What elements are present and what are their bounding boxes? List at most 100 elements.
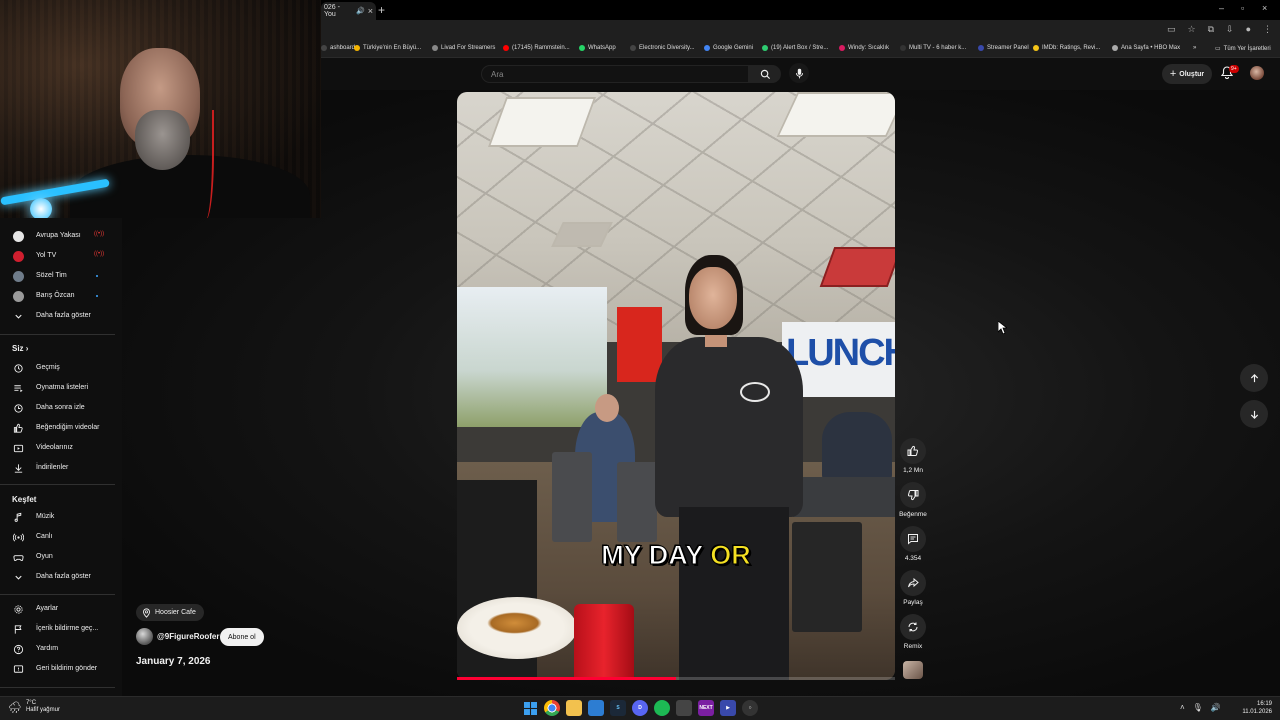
sidebar-item-chevron-down[interactable]: Daha fazla göster bbox=[0, 568, 122, 586]
weather-icon: 🌧 bbox=[8, 701, 22, 714]
system-clock[interactable]: 16:19 11.01.2026 bbox=[1240, 700, 1272, 716]
like-count: 1,2 Mn bbox=[903, 467, 923, 474]
sidebar-item-gaming[interactable]: Oyun bbox=[0, 548, 122, 566]
sidebar-item-live-label: Canlı bbox=[36, 533, 53, 540]
search-button[interactable] bbox=[749, 65, 781, 83]
bookmark-favicon-icon bbox=[630, 45, 636, 51]
bookmark-item[interactable]: Windy: Sıcaklık bbox=[839, 45, 889, 51]
bookmark-star-icon[interactable]: ☆ bbox=[1188, 24, 1196, 35]
bookmark-item[interactable]: Türkiye'nin En Büyü... bbox=[354, 45, 421, 51]
help-icon bbox=[12, 643, 24, 655]
bookmark-favicon-icon bbox=[432, 45, 438, 51]
sidebar-item-like[interactable]: Beğendiğim videolar bbox=[0, 419, 122, 437]
location-chip[interactable]: Hoosier Cafe bbox=[136, 604, 204, 621]
chrome-icon[interactable] bbox=[544, 700, 560, 716]
bookmark-favicon-icon bbox=[900, 45, 906, 51]
tray-mic-icon[interactable]: 🎙 bbox=[1193, 703, 1203, 712]
sidebar-item-help[interactable]: Yardım bbox=[0, 640, 122, 658]
bookmark-favicon-icon bbox=[503, 45, 509, 51]
tab-audio-icon[interactable]: 🔊 bbox=[356, 7, 365, 15]
sidebar-item-playlist[interactable]: Oynatma listeleri bbox=[0, 379, 122, 397]
bookmark-item[interactable]: Multi TV - 6 haber k... bbox=[900, 45, 966, 51]
spotify-icon[interactable] bbox=[654, 700, 670, 716]
account-avatar[interactable] bbox=[1250, 66, 1264, 80]
browser-menu-icon[interactable]: ⋮ bbox=[1263, 24, 1272, 35]
maximize-button[interactable]: ▫ bbox=[1241, 3, 1244, 13]
voice-search-button[interactable] bbox=[789, 63, 809, 83]
sidebar-item-feedback-label: Geri bildirim gönder bbox=[36, 665, 98, 672]
bookmark-item[interactable]: ashboard bbox=[321, 45, 355, 51]
sidebar-channel[interactable]: Barış Özcan bbox=[0, 287, 122, 305]
short-video-player[interactable]: LUNCH MY DAY OR bbox=[457, 92, 895, 680]
calculator-icon[interactable] bbox=[676, 700, 692, 716]
sidebar-item-flag[interactable]: İçerik bildirme geç... bbox=[0, 620, 122, 638]
like-button[interactable] bbox=[900, 438, 926, 464]
steam-icon[interactable]: S bbox=[610, 700, 626, 716]
discord-icon[interactable]: D bbox=[632, 700, 648, 716]
weather-widget[interactable]: 🌧 7°C Hafif yağmur bbox=[8, 700, 60, 714]
bookmark-item[interactable]: Streamer Panel bbox=[978, 45, 1029, 51]
channel-avatar bbox=[12, 230, 24, 242]
subscribe-button[interactable]: Abone ol bbox=[220, 628, 264, 646]
downloads-icon[interactable]: ⇩ bbox=[1226, 24, 1234, 35]
tab-close-icon[interactable]: × bbox=[368, 6, 373, 16]
extensions-icon[interactable]: ⧉ bbox=[1208, 24, 1214, 35]
sidebar-channel[interactable]: Sözel Tim bbox=[0, 267, 122, 285]
sidebar-channel[interactable]: Avrupa Yakası ((•)) bbox=[0, 227, 122, 245]
file-explorer-icon[interactable] bbox=[566, 700, 582, 716]
tray-chevron-icon[interactable]: ˄ bbox=[1180, 703, 1185, 712]
sidebar-item-music[interactable]: Müzik bbox=[0, 508, 122, 526]
bookmark-item[interactable]: Ana Sayfa • HBO Max bbox=[1112, 45, 1180, 51]
sidebar-item-live[interactable]: Canlı bbox=[0, 528, 122, 546]
tray-speaker-icon[interactable]: 🔊 bbox=[1211, 703, 1221, 712]
sidebar-channel[interactable]: Yol TV ((•)) bbox=[0, 247, 122, 265]
sidebar-item-help-label: Yardım bbox=[36, 645, 59, 652]
profile-icon[interactable]: ● bbox=[1246, 24, 1251, 35]
close-window-button[interactable]: × bbox=[1262, 3, 1267, 13]
windows-start-icon[interactable] bbox=[522, 700, 538, 716]
more-bookmarks-button[interactable]: » bbox=[1193, 45, 1196, 51]
create-button[interactable]: + Oluştur bbox=[1162, 64, 1212, 84]
share-button[interactable] bbox=[900, 570, 926, 596]
sidebar-item-download[interactable]: İndirilenler bbox=[0, 459, 122, 477]
store-icon[interactable] bbox=[588, 700, 604, 716]
sidebar-item-history[interactable]: Geçmiş bbox=[0, 359, 122, 377]
previous-short-button[interactable] bbox=[1240, 364, 1268, 392]
comments-button[interactable] bbox=[900, 526, 926, 552]
mouse-cursor-icon bbox=[998, 321, 1007, 334]
browser-tab-active[interactable]: 026 - You 🔊 × bbox=[321, 2, 376, 20]
bookmark-label: (17145) Rammstein... bbox=[512, 45, 570, 51]
bookmark-item[interactable]: (17145) Rammstein... bbox=[503, 45, 570, 51]
search-input[interactable]: Ara bbox=[481, 65, 749, 83]
dislike-button[interactable] bbox=[900, 482, 926, 508]
stream-app-icon[interactable]: ▶ bbox=[720, 700, 736, 716]
bookmark-item[interactable]: Livad For Streamers bbox=[432, 45, 495, 51]
kick-icon[interactable]: NEXT bbox=[698, 700, 714, 716]
bookmark-item[interactable]: Google Gemini bbox=[704, 45, 753, 51]
cast-icon[interactable]: ▭ bbox=[1167, 24, 1176, 35]
sidebar-show-more[interactable]: Daha fazla göster bbox=[0, 307, 122, 325]
video-progress-bar[interactable] bbox=[457, 677, 895, 680]
bookmark-item[interactable]: IMDb: Ratings, Revi... bbox=[1033, 45, 1100, 51]
dislike-label: Beğenme bbox=[899, 511, 927, 518]
channel-name[interactable]: @9FigureRoofer bbox=[157, 632, 219, 641]
channel-avatar[interactable] bbox=[136, 628, 153, 645]
bookmark-item[interactable]: WhatsApp bbox=[579, 45, 616, 51]
minimize-button[interactable]: – bbox=[1219, 3, 1224, 13]
sidebar-item-settings[interactable]: Ayarlar bbox=[0, 600, 122, 618]
new-tab-button[interactable]: + bbox=[378, 3, 385, 17]
bookmark-item[interactable]: (19) Alert Box / Stre... bbox=[762, 45, 828, 51]
sidebar-item-your-videos[interactable]: Videolarınız bbox=[0, 439, 122, 457]
bookmark-item[interactable]: Electronic Diversity... bbox=[630, 45, 695, 51]
sidebar-item-watch-later-label: Daha sonra izle bbox=[36, 404, 85, 411]
all-bookmarks-button[interactable]: ▭ Tüm Yer İşaretleri bbox=[1215, 45, 1271, 53]
remix-button[interactable] bbox=[900, 614, 926, 640]
sidebar-item-feedback[interactable]: Geri bildirim gönder bbox=[0, 660, 122, 678]
sidebar-section-you[interactable]: Siz › bbox=[12, 344, 28, 353]
plus-icon: + bbox=[1169, 68, 1177, 80]
sound-thumbnail[interactable] bbox=[903, 661, 923, 679]
sidebar-item-watch-later[interactable]: Daha sonra izle bbox=[0, 399, 122, 417]
next-short-button[interactable] bbox=[1240, 400, 1268, 428]
bookmark-label: Livad For Streamers bbox=[441, 45, 496, 51]
obs-icon[interactable]: ○ bbox=[742, 700, 758, 716]
